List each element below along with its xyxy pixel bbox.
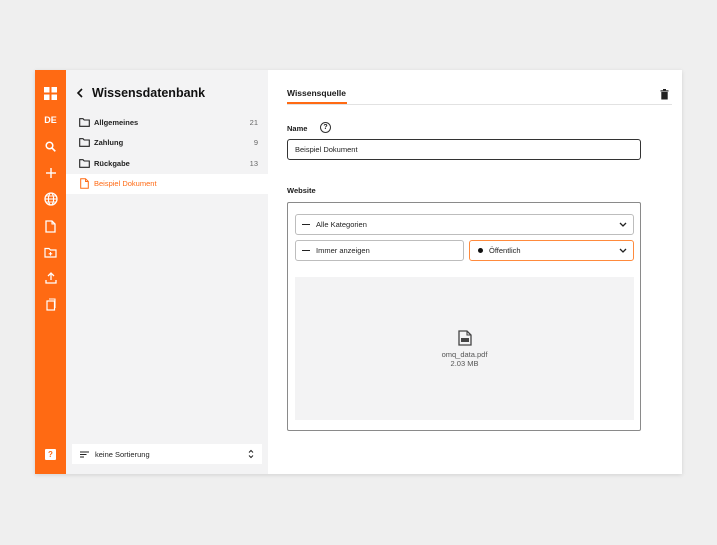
trash-icon[interactable] (658, 87, 670, 101)
folder-icon (78, 116, 90, 128)
folder-icon (78, 157, 90, 169)
nav-rail: DE ? (35, 70, 66, 474)
updown-chevron-icon (248, 449, 254, 459)
pdf-file-icon (457, 329, 472, 346)
tree-item-beispiel-dokument[interactable]: Beispiel Dokument (66, 173, 268, 194)
dash-icon (302, 249, 310, 252)
folder-icon (78, 137, 90, 149)
name-label: Name (287, 124, 308, 133)
tree-item-label: Allgemeines (94, 117, 139, 127)
chevron-down-icon (619, 222, 627, 227)
tree-item-label: Rückgabe (94, 158, 130, 168)
dash-icon (302, 223, 310, 226)
main-content: Wissensquelle Name ? Website Alle Katego… (268, 70, 682, 474)
search-icon[interactable] (35, 136, 66, 156)
sort-select[interactable]: keine Sortierung (72, 444, 262, 464)
sort-label: keine Sortierung (95, 449, 150, 459)
help-circle-icon[interactable]: ? (320, 122, 331, 133)
display-select-value: Immer anzeigen (316, 246, 370, 255)
copy-icon[interactable] (35, 294, 66, 314)
tree-item-count: 21 (249, 117, 258, 127)
tree-item-allgemeines[interactable]: Allgemeines 21 (66, 112, 268, 133)
tree-item-label: Beispiel Dokument (94, 179, 157, 189)
dashboard-icon[interactable] (35, 83, 66, 103)
globe-icon[interactable] (35, 189, 66, 209)
visibility-select[interactable]: Öffentlich (469, 240, 634, 261)
knowledge-panel: Wissensdatenbank Allgemeines 21 Zahlung … (66, 70, 268, 474)
app-window: DE ? Wissensdatenbank Allgemeines 21 Zah… (35, 70, 682, 474)
tab-bar: Wissensquelle (287, 84, 672, 105)
tree-item-rueckgabe[interactable]: Rückgabe 13 (66, 153, 268, 174)
tree-item-count: 13 (249, 158, 258, 168)
language-switch[interactable]: DE (35, 110, 66, 130)
panel-title: Wissensdatenbank (92, 86, 206, 100)
name-field[interactable] (287, 139, 641, 160)
display-select[interactable]: Immer anzeigen (295, 240, 464, 261)
website-box: Alle Kategorien Immer anzeigen Öffentlic… (287, 202, 641, 431)
folder-tree: Allgemeines 21 Zahlung 9 Rückgabe 13 Bei… (66, 112, 268, 194)
help-icon[interactable]: ? (35, 444, 66, 464)
category-select-value: Alle Kategorien (316, 220, 367, 229)
status-dot-icon (478, 248, 483, 253)
folder-add-icon[interactable] (35, 242, 66, 262)
chevron-down-icon (619, 248, 627, 253)
document-icon[interactable] (35, 216, 66, 236)
tree-item-zahlung[interactable]: Zahlung 9 (66, 133, 268, 154)
visibility-select-value: Öffentlich (489, 246, 521, 255)
website-label: Website (287, 186, 316, 195)
upload-icon[interactable] (35, 268, 66, 288)
help-label: ? (45, 448, 56, 460)
file-size: 2.03 MB (450, 358, 479, 368)
document-icon (78, 178, 90, 190)
plus-icon[interactable] (35, 163, 66, 183)
tree-item-count: 9 (253, 138, 258, 148)
tree-item-label: Zahlung (94, 138, 124, 148)
sort-icon (80, 451, 89, 458)
file-dropzone[interactable]: omq_data.pdf 2.03 MB (295, 277, 634, 420)
category-select[interactable]: Alle Kategorien (295, 214, 634, 235)
tab-wissensquelle[interactable]: Wissensquelle (287, 84, 347, 104)
file-name: omq_data.pdf (441, 349, 488, 359)
back-icon[interactable] (76, 88, 84, 98)
